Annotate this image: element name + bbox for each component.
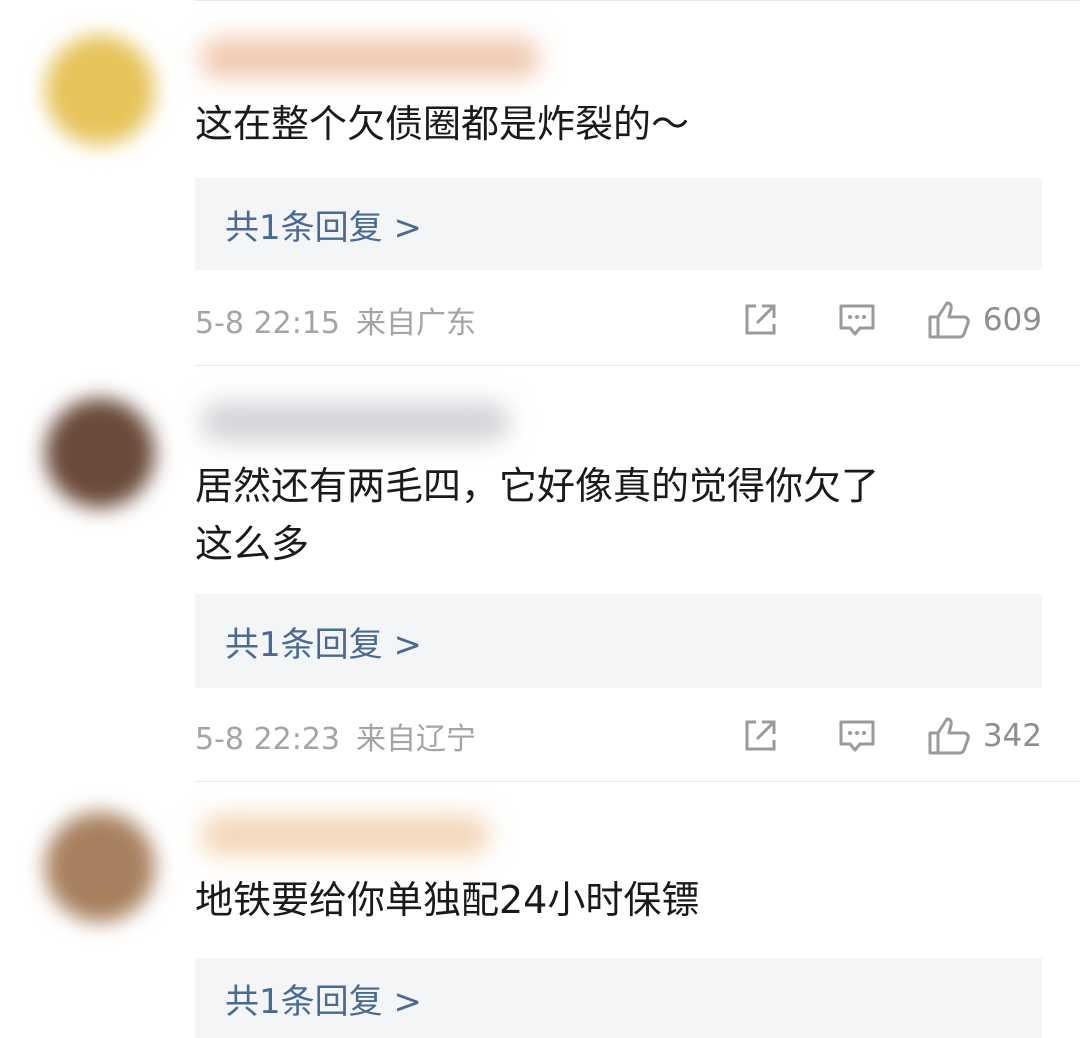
reply-summary-label: 共1条回复 > (225, 981, 422, 1022)
thumbs-up-icon (927, 716, 971, 756)
comment-divider (195, 0, 1080, 1)
comment-text: 居然还有两毛四，它好像真的觉得你欠了 这么多 (195, 457, 1035, 573)
comment-divider (195, 365, 1080, 366)
comment-meta: 5-8 22:23 来自辽宁 342 (195, 712, 1042, 760)
share-icon (741, 717, 779, 755)
avatar[interactable] (45, 398, 155, 508)
username-blurred[interactable] (200, 38, 540, 78)
reply-summary-label: 共1条回复 > (225, 624, 422, 665)
comment-location: 来自广东 (356, 306, 476, 341)
comment-icon (837, 717, 877, 755)
like-count: 609 (982, 302, 1042, 338)
avatar[interactable] (45, 35, 155, 145)
comment-meta: 5-8 22:15 来自广东 609 (195, 296, 1042, 344)
comment-text-line: 居然还有两毛四，它好像真的觉得你欠了 (195, 464, 880, 508)
comment-text: 地铁要给你单独配24小时保镖 (195, 871, 1035, 929)
like-button[interactable]: 609 (927, 300, 1042, 340)
share-button[interactable] (741, 717, 779, 755)
like-count: 342 (982, 718, 1042, 754)
comment-icon (837, 301, 877, 339)
reply-summary-label: 共1条回复 > (225, 207, 422, 248)
comment-button[interactable] (837, 717, 877, 755)
reply-summary-button[interactable]: 共1条回复 > (195, 958, 1042, 1038)
share-button[interactable] (741, 301, 779, 339)
avatar[interactable] (45, 812, 155, 922)
reply-summary-button[interactable]: 共1条回复 > (195, 594, 1042, 688)
comment-text-line: 这在整个欠债圈都是炸裂的～ (195, 102, 690, 146)
comment-time: 5-8 22:23 (195, 722, 340, 757)
comment-text: 这在整个欠债圈都是炸裂的～ (195, 95, 1035, 153)
comment-text-line: 地铁要给你单独配24小时保镖 (195, 878, 700, 922)
comment-time: 5-8 22:15 (195, 306, 340, 341)
like-button[interactable]: 342 (927, 716, 1042, 756)
thumbs-up-icon (927, 300, 971, 340)
reply-summary-button[interactable]: 共1条回复 > (195, 178, 1042, 270)
comment-location: 来自辽宁 (356, 722, 476, 757)
comment-divider (195, 781, 1080, 782)
username-blurred[interactable] (200, 402, 510, 442)
comment-text-line: 这么多 (195, 522, 310, 566)
share-icon (741, 301, 779, 339)
username-blurred[interactable] (200, 815, 490, 855)
comment-button[interactable] (837, 301, 877, 339)
